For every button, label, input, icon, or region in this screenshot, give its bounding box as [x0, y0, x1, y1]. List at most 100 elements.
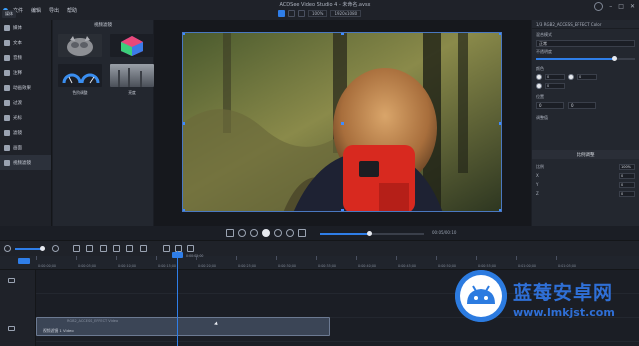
opacity-slider-fill — [536, 58, 614, 60]
sidebar-item-video-filter[interactable]: 视频滤镜 — [0, 155, 51, 170]
redo-icon[interactable] — [86, 245, 93, 252]
crop-tool-icon[interactable] — [298, 10, 305, 17]
resize-handle[interactable] — [341, 33, 344, 35]
transition-icon — [4, 99, 10, 106]
opacity-slider[interactable] — [536, 56, 635, 61]
prev-frame-icon[interactable] — [238, 229, 246, 237]
sidebar-item-frame[interactable]: 画面 — [0, 140, 51, 155]
step-forward-icon[interactable] — [274, 229, 282, 237]
cursor-icon — [4, 114, 10, 121]
undo-icon[interactable] — [73, 245, 80, 252]
marker-icon[interactable] — [187, 245, 194, 252]
video-frame[interactable] — [182, 32, 502, 212]
position-y-field[interactable]: 0 — [568, 102, 596, 109]
preview-canvas[interactable] — [154, 20, 531, 230]
color-field[interactable]: 0 — [577, 73, 597, 80]
x-field[interactable]: 0 — [619, 172, 635, 179]
paste-icon[interactable] — [126, 245, 133, 252]
playhead-time: 0:00:05;00 — [186, 254, 204, 258]
sidebar-item-filter[interactable]: 滤镜 — [0, 125, 51, 140]
resize-handle[interactable] — [499, 33, 501, 35]
resize-handle[interactable] — [341, 122, 344, 125]
select-tool-icon[interactable] — [278, 10, 285, 17]
menu-help[interactable]: 帮助 — [67, 7, 77, 14]
effect-card[interactable] — [110, 34, 154, 60]
sidebar-item-media[interactable]: 媒体 — [0, 20, 51, 35]
track-marker[interactable] — [18, 258, 30, 264]
ruler-tick — [116, 256, 117, 260]
effect-card[interactable] — [58, 34, 102, 60]
resize-handle[interactable] — [341, 209, 344, 211]
title-bar: 文件 编辑 导出 帮助 ACDSee Video Studio 4 - 未命名.… — [0, 0, 639, 20]
playback-scrubber[interactable] — [320, 231, 424, 236]
ruler-label: 0:00:20;00 — [198, 264, 217, 268]
zoom-out-icon[interactable] — [4, 245, 11, 252]
maximize-icon[interactable]: □ — [618, 3, 624, 10]
effect-card[interactable]: 亮度 — [110, 64, 154, 96]
step-back-icon[interactable] — [250, 229, 258, 237]
resize-handle[interactable] — [183, 33, 185, 35]
play-icon[interactable] — [262, 229, 270, 237]
delete-icon[interactable] — [140, 245, 147, 252]
sidebar-item-text[interactable]: 文本 — [0, 35, 51, 50]
mark-in-icon[interactable] — [163, 245, 170, 252]
effects-panel: 视频滤镜 色阶调整 亮度 — [53, 20, 154, 230]
resize-handle[interactable] — [499, 122, 501, 125]
track-eye-icon[interactable] — [8, 326, 15, 331]
clip-label: 视频滤镜 1 Video — [43, 328, 74, 333]
ruler-label: 0:00:40;00 — [358, 264, 377, 268]
playback-knob[interactable] — [366, 231, 372, 236]
resize-handle[interactable] — [499, 209, 501, 211]
sidebar-item-animation[interactable]: 动画效果 — [0, 80, 51, 95]
color-swatch[interactable] — [568, 73, 574, 80]
z-field[interactable]: 0 — [619, 190, 635, 197]
next-frame-icon[interactable] — [286, 229, 294, 237]
ruler-label: 0:01:05;00 — [558, 264, 577, 268]
ruler-label: 0:00:55;00 — [478, 264, 497, 268]
copy-icon[interactable] — [113, 245, 120, 252]
fullscreen-icon[interactable] — [298, 229, 306, 237]
color-field[interactable]: 0 — [545, 82, 565, 89]
scale-tab[interactable]: 比例调整 — [532, 150, 639, 159]
cut-icon[interactable] — [100, 245, 107, 252]
menu-export[interactable]: 导出 — [49, 7, 59, 14]
y-field[interactable]: 0 — [619, 181, 635, 188]
playhead-line[interactable] — [177, 251, 178, 346]
ruler-tick — [556, 256, 557, 260]
track-lock-icon[interactable] — [8, 278, 15, 283]
account-icon[interactable] — [594, 2, 604, 11]
minimize-icon[interactable]: – — [609, 3, 612, 10]
snapshot-icon[interactable] — [226, 229, 234, 237]
properties-title: 1/3 RGB2_ACCESS_EFFECT Color — [532, 20, 639, 29]
zoom-select[interactable]: 100% — [308, 10, 328, 17]
playhead-handle[interactable] — [172, 252, 183, 258]
resize-handle[interactable] — [183, 122, 185, 125]
blend-mode-select[interactable]: 正常 — [536, 40, 635, 47]
timeline-zoom-slider[interactable] — [15, 246, 45, 251]
ruler-tick — [236, 256, 237, 260]
close-icon[interactable]: ✕ — [630, 3, 635, 10]
ruler-tick — [36, 256, 37, 260]
color-field[interactable]: 0 — [545, 73, 565, 80]
opacity-slider-knob[interactable] — [612, 56, 617, 61]
menu-edit[interactable]: 编辑 — [31, 7, 41, 14]
color-swatch[interactable] — [536, 73, 542, 80]
sidebar-item-transition[interactable]: 过渡 — [0, 95, 51, 110]
resolution-select[interactable]: 1920x1080 — [330, 10, 362, 17]
zoom-in-icon[interactable] — [52, 245, 59, 252]
position-x-field[interactable]: 0 — [536, 102, 564, 109]
tab-media[interactable]: 媒体 — [2, 10, 16, 18]
effect-card[interactable]: 色阶调整 — [58, 64, 102, 96]
properties-panel: 1/3 RGB2_ACCESS_EFFECT Color 混合模式 正常 不透明… — [532, 20, 639, 230]
scale-field[interactable]: 100% — [619, 163, 635, 170]
hand-tool-icon[interactable] — [288, 10, 295, 17]
sidebar-item-cursor[interactable]: 光标 — [0, 110, 51, 125]
sidebar-item-annotation[interactable]: 注释 — [0, 65, 51, 80]
sidebar-item-audio[interactable]: 音频 — [0, 50, 51, 65]
timeline-ruler[interactable]: 0:00:00;00 0:00:05;00 0:00:10;00 0:00:15… — [0, 256, 639, 270]
watermark: 蓝莓安卓网 www.lmkjst.com — [455, 270, 639, 346]
color-swatch[interactable] — [536, 82, 542, 89]
timeline-clip[interactable]: RGB2_ACCESS_EFFECT Video 视频滤镜 1 Video — [36, 317, 330, 336]
timeline-zoom-knob[interactable] — [40, 246, 45, 251]
resize-handle[interactable] — [183, 209, 185, 211]
